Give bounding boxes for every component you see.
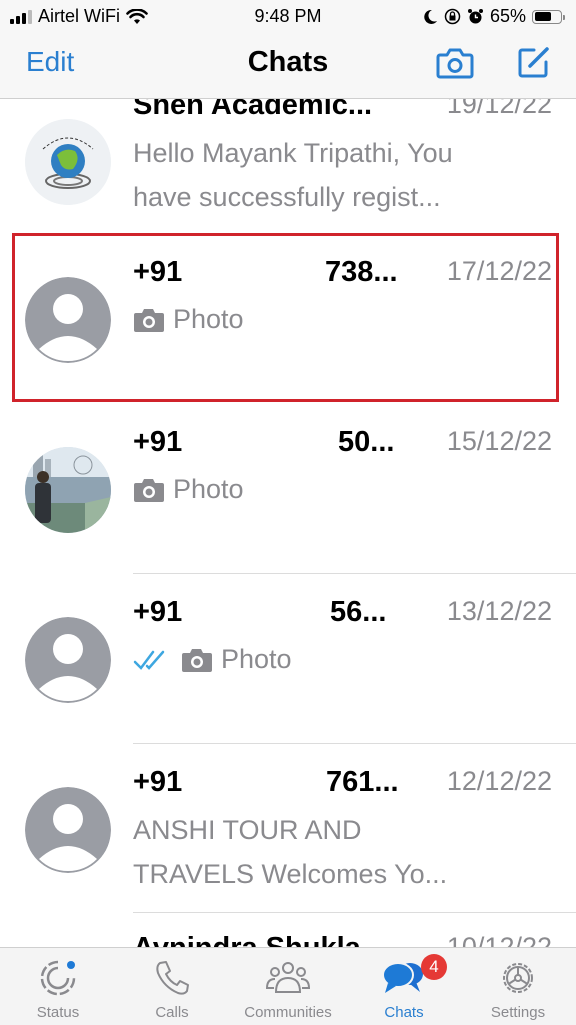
- status-bar: Airtel WiFi 9:48 PM 65%: [0, 0, 576, 34]
- rotation-lock-icon: [444, 8, 461, 25]
- camera-icon: [134, 308, 164, 332]
- chat-name: +91: [133, 596, 183, 628]
- chat-date: 15/12/22: [446, 426, 552, 456]
- chat-preview: Photo: [133, 304, 244, 335]
- chat-name: +91: [133, 426, 183, 458]
- tab-chats[interactable]: 4 Chats: [349, 948, 459, 1025]
- chat-row[interactable]: Avnindra Shukla 10/12/22: [0, 912, 576, 947]
- tab-label: Chats: [384, 1004, 424, 1021]
- chat-date: 19/12/22: [446, 99, 552, 119]
- chat-name: +91: [133, 256, 183, 288]
- tab-label: Communities: [244, 1004, 332, 1021]
- default-avatar-icon: [25, 617, 111, 703]
- gear-icon: [503, 963, 533, 993]
- chat-preview-text: Photo: [173, 474, 244, 504]
- chat-preview-text: Photo: [173, 304, 244, 334]
- profile-photo-icon: [25, 447, 111, 533]
- double-tick-read-icon: [133, 650, 165, 670]
- chat-name: Shen Academic...: [133, 99, 373, 121]
- chat-date: 17/12/22: [446, 256, 552, 286]
- tab-bar: Status Calls Communities 4 Chats Setting…: [0, 947, 576, 1025]
- chat-row[interactable]: Shen Academic... 19/12/22 Hello Mayank T…: [0, 99, 576, 233]
- default-avatar-icon: [25, 277, 111, 363]
- avatar: [25, 119, 111, 205]
- default-avatar-icon: [25, 787, 111, 873]
- chat-row[interactable]: +91 56... 13/12/22 Photo: [0, 574, 576, 744]
- chat-name-suffix: 761...: [326, 766, 399, 798]
- battery-icon: [532, 9, 565, 24]
- tab-label: Settings: [490, 1004, 546, 1021]
- phone-icon: [156, 961, 189, 995]
- chat-preview-line: TRAVELS Welcomes Yo...: [133, 859, 448, 889]
- tab-calls[interactable]: Calls: [117, 948, 227, 1025]
- compose-icon[interactable]: [516, 44, 552, 80]
- page-title: Chats: [247, 46, 329, 78]
- communities-icon: [265, 962, 311, 993]
- alarm-icon: [467, 9, 483, 24]
- chat-date: 12/12/22: [446, 766, 552, 796]
- chat-date: 10/12/22: [446, 932, 552, 947]
- camera-icon: [182, 648, 212, 672]
- snehworld-logo-icon: [25, 119, 111, 205]
- tab-label: Calls: [155, 1004, 189, 1021]
- chat-row[interactable]: +91 738... 17/12/22 Photo: [0, 234, 576, 404]
- avatar: [25, 277, 111, 363]
- chat-name-suffix: 50...: [338, 426, 395, 458]
- chat-name-suffix: 56...: [330, 596, 387, 628]
- chat-preview: Photo: [133, 474, 244, 505]
- avatar: [25, 447, 111, 533]
- tab-communities[interactable]: Communities: [233, 948, 343, 1025]
- chat-list[interactable]: Shen Academic... 19/12/22 Hello Mayank T…: [0, 99, 576, 947]
- camera-icon[interactable]: [436, 46, 474, 80]
- tab-status[interactable]: Status: [3, 948, 113, 1025]
- tab-settings[interactable]: Settings: [463, 948, 573, 1025]
- chat-date: 13/12/22: [446, 596, 552, 626]
- unread-badge: 4: [421, 954, 447, 980]
- avatar: [25, 617, 111, 703]
- battery-percent: 65%: [489, 6, 526, 26]
- chat-name: Avnindra Shukla: [133, 932, 361, 947]
- chat-preview-line: ANSHI TOUR AND: [133, 815, 362, 845]
- edit-button[interactable]: Edit: [26, 46, 74, 78]
- moon-icon: [424, 9, 437, 24]
- chat-name-suffix: 738...: [325, 256, 398, 288]
- chat-preview-text: Photo: [221, 644, 292, 674]
- status-icon: [40, 960, 76, 996]
- chat-preview-line: Hello Mayank Tripathi, You: [133, 138, 453, 168]
- chat-preview: Photo: [133, 644, 292, 675]
- navigation-bar: Edit Chats: [0, 34, 576, 99]
- tab-label: Status: [36, 1004, 80, 1021]
- chat-row[interactable]: +91 50... 15/12/22 Photo: [0, 404, 576, 574]
- avatar: [25, 787, 111, 873]
- chat-row[interactable]: +91 761... 12/12/22 ANSHI TOUR AND TRAVE…: [0, 744, 576, 914]
- chat-name: +91: [133, 766, 183, 798]
- camera-icon: [134, 478, 164, 502]
- chat-preview-line: have successfully regist...: [133, 182, 441, 212]
